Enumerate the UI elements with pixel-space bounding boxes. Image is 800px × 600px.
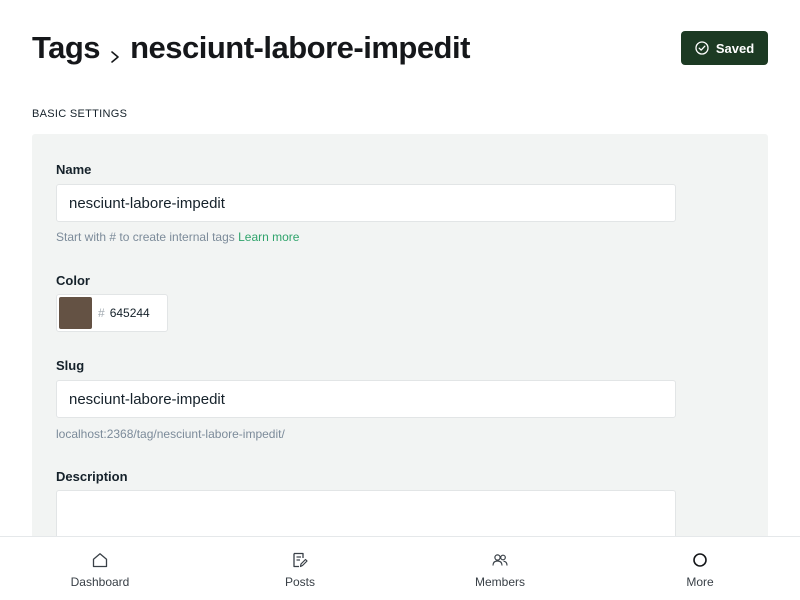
color-hex-input[interactable]: # 645244 [98, 306, 150, 320]
tag-editor-page: Tags nesciunt-labore-impedit Saved BASIC… [0, 0, 800, 600]
nav-label-members: Members [474, 575, 525, 589]
name-hint: Start with # to create internal tags Lea… [56, 230, 299, 244]
home-icon [91, 551, 109, 569]
color-picker: # 645244 [56, 294, 168, 332]
learn-more-link[interactable]: Learn more [238, 230, 299, 244]
nav-label-dashboard: Dashboard [70, 575, 130, 589]
chevron-right-icon [108, 40, 122, 63]
slug-input[interactable]: nesciunt-labore-impedit [56, 380, 676, 418]
nav-label-more: More [686, 575, 714, 589]
description-label: Description [56, 469, 128, 484]
bottom-nav: Dashboard Posts Members More [0, 536, 800, 600]
color-swatch[interactable] [59, 297, 92, 329]
saved-button[interactable]: Saved [681, 31, 768, 65]
saved-button-label: Saved [715, 40, 755, 56]
circle-icon [691, 551, 709, 569]
section-title: BASIC SETTINGS [32, 108, 128, 120]
breadcrumb-tags-link[interactable]: Tags [32, 30, 101, 66]
slug-label: Slug [56, 358, 85, 373]
hex-hash-prefix: # [98, 306, 105, 320]
hex-value: 645244 [109, 306, 150, 320]
slug-url: localhost:2368/tag/nesciunt-labore-imped… [56, 427, 285, 441]
posts-icon [291, 551, 309, 569]
name-input-value: nesciunt-labore-impedit [69, 194, 225, 212]
name-hint-text: Start with # to create internal tags [56, 230, 235, 244]
nav-item-more[interactable]: More [600, 537, 800, 600]
basic-settings-panel: Name nesciunt-labore-impedit Start with … [32, 134, 768, 554]
nav-item-posts[interactable]: Posts [200, 537, 400, 600]
breadcrumb: Tags nesciunt-labore-impedit [32, 30, 470, 66]
nav-item-members[interactable]: Members [400, 537, 600, 600]
check-circle-icon [695, 41, 709, 55]
members-icon [491, 551, 509, 569]
nav-item-dashboard[interactable]: Dashboard [0, 537, 200, 600]
nav-label-posts: Posts [284, 575, 315, 589]
page-header: Tags nesciunt-labore-impedit Saved [32, 27, 768, 69]
page-title: nesciunt-labore-impedit [130, 30, 470, 65]
slug-input-value: nesciunt-labore-impedit [69, 390, 225, 408]
name-label: Name [56, 162, 92, 177]
color-label: Color [56, 273, 90, 288]
name-input[interactable]: nesciunt-labore-impedit [56, 184, 676, 222]
